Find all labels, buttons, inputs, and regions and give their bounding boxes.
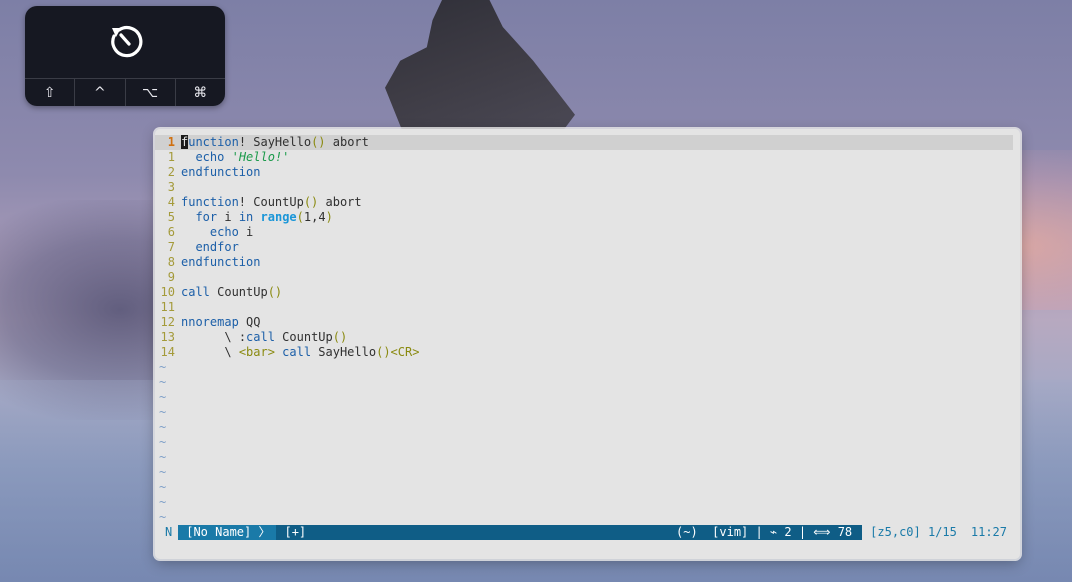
background-rock: [385, 0, 575, 135]
clock: 11:27: [962, 525, 1013, 540]
keyword: endfunction: [181, 165, 261, 179]
control-key[interactable]: ^: [74, 79, 124, 106]
keyword: function: [181, 195, 239, 209]
line-number: 6: [167, 225, 175, 239]
file-info: (~) [vim] | ⌁ 2 | ⟺ 78: [676, 525, 863, 540]
line-number: 8: [167, 255, 175, 269]
line-number: 14: [160, 345, 175, 359]
keyword: echo: [209, 225, 239, 239]
option-key[interactable]: ⌥: [124, 79, 175, 106]
parens: (): [267, 285, 283, 299]
keyword: in: [238, 210, 254, 224]
vim-window[interactable]: 1 function! SayHello() abort 1 echo 'Hell…: [155, 129, 1020, 559]
keyword: for: [195, 210, 218, 224]
keyword: nnoremap: [181, 315, 239, 329]
modified-flag: [+]: [276, 525, 317, 540]
line-continuation: \: [224, 345, 239, 359]
line-number: 3: [167, 180, 175, 194]
code-line[interactable]: 4 function! CountUp() abort: [155, 195, 1020, 210]
arguments: 1,4: [303, 210, 326, 224]
empty-buffer-lines: ~ ~ ~ ~ ~ ~ ~ ~ ~ ~ ~: [155, 360, 1020, 525]
function-name: CountUp: [274, 330, 333, 344]
keyword: endfor: [195, 240, 239, 254]
code-line[interactable]: 9: [155, 270, 1020, 285]
variable: i: [217, 210, 239, 224]
file-name: [No Name] 〉: [178, 525, 277, 540]
keyword: echo: [195, 150, 225, 164]
keyword: endfunction: [181, 255, 261, 269]
code-line[interactable]: 3: [155, 180, 1020, 195]
function-name: SayHello: [311, 345, 377, 359]
code-line[interactable]: 5 for i in range(1,4): [155, 210, 1020, 225]
mode-indicator: N: [155, 525, 179, 540]
empty-line-tilde: ~: [159, 360, 167, 374]
function-name: ! CountUp: [238, 195, 304, 209]
line-number: 1: [167, 150, 175, 164]
shift-key[interactable]: ⇧: [25, 79, 74, 106]
empty-line-tilde: ~: [159, 390, 167, 404]
empty-line-tilde: ~: [159, 420, 167, 434]
code-line[interactable]: 8 endfunction: [155, 255, 1020, 270]
code-text: QQ: [238, 315, 261, 329]
vim-statusline: N [No Name] 〉 [+] (~) [vim] | ⌁ 2 | ⟺ 78…: [155, 525, 1013, 540]
empty-line-tilde: ~: [159, 510, 167, 524]
code-line[interactable]: 1 echo 'Hello!': [155, 150, 1020, 165]
empty-line-tilde: ~: [159, 375, 167, 389]
paren-open: (: [296, 210, 304, 224]
code-line[interactable]: 2 endfunction: [155, 165, 1020, 180]
empty-line-tilde: ~: [159, 495, 167, 509]
line-number: 5: [167, 210, 175, 224]
keyword: call: [274, 345, 312, 359]
cr-notation: <CR>: [390, 345, 420, 359]
keyword: unction: [188, 135, 239, 149]
code-line[interactable]: 13 \ : call CountUp(): [155, 330, 1020, 345]
function-name: CountUp: [209, 285, 268, 299]
code-text: i: [238, 225, 254, 239]
code-line[interactable]: 11: [155, 300, 1020, 315]
code-text: abort: [318, 195, 362, 209]
code-line[interactable]: 7 endfor: [155, 240, 1020, 255]
line-number: 10: [160, 285, 175, 299]
empty-line-tilde: ~: [159, 435, 167, 449]
code-line[interactable]: 10 call CountUp(): [155, 285, 1020, 300]
line-number: 12: [160, 315, 175, 329]
cursor-position: [z5,c0] 1/15: [862, 525, 963, 540]
empty-line-tilde: ~: [159, 465, 167, 479]
function-name: ! SayHello: [238, 135, 312, 149]
touchbar-modifier-keys: ⇧ ^ ⌥ ⌘: [25, 78, 225, 106]
line-number: 7: [167, 240, 175, 254]
code-text: abort: [325, 135, 369, 149]
parens: (): [311, 135, 326, 149]
code-line[interactable]: 1 function! SayHello() abort: [155, 135, 1013, 150]
line-number: 11: [160, 300, 175, 314]
code-line[interactable]: 6 echo i: [155, 225, 1020, 240]
bar-notation: <bar>: [238, 345, 275, 359]
string-literal: 'Hello!': [231, 150, 290, 164]
parens: (): [303, 195, 319, 209]
empty-line-tilde: ~: [159, 480, 167, 494]
line-number: 13: [160, 330, 175, 344]
colon: :: [238, 330, 247, 344]
statusline-fill: [316, 525, 677, 540]
touchbar-widget: ⇧ ^ ⌥ ⌘: [25, 6, 225, 106]
keyword: call: [246, 330, 275, 344]
paren-close: ): [325, 210, 333, 224]
builtin-function: range: [260, 210, 297, 224]
code-line[interactable]: 14 \ <bar> call SayHello() <CR>: [155, 345, 1020, 360]
empty-line-tilde: ~: [159, 405, 167, 419]
empty-line-tilde: ~: [159, 450, 167, 464]
line-number: 2: [167, 165, 175, 179]
line-number: 4: [167, 195, 175, 209]
parens: (): [376, 345, 391, 359]
line-number: 1: [167, 135, 175, 149]
command-key[interactable]: ⌘: [174, 79, 225, 106]
line-continuation: \: [224, 330, 239, 344]
code-line[interactable]: 12 nnoremap QQ: [155, 315, 1020, 330]
parens: (): [332, 330, 348, 344]
restart-icon[interactable]: [105, 22, 145, 62]
keyword: call: [181, 285, 210, 299]
line-number: 9: [167, 270, 175, 284]
touchbar-primary[interactable]: [25, 6, 225, 78]
vim-buffer[interactable]: 1 function! SayHello() abort 1 echo 'Hell…: [155, 135, 1020, 525]
